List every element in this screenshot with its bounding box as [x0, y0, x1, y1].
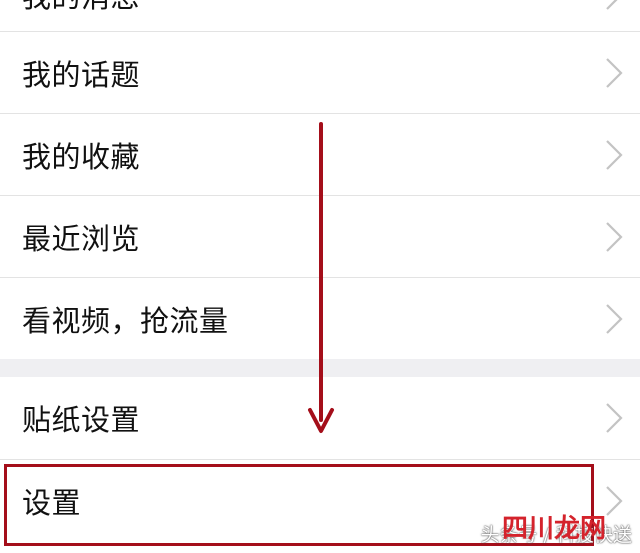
chevron-right-icon — [606, 139, 623, 170]
menu-item-label: 我的收藏 — [22, 139, 141, 174]
watermark: 头条号 / 科技快送 四川龙网 — [481, 514, 632, 547]
chevron-right-icon — [606, 303, 623, 334]
menu-item-recent-views[interactable]: 最近浏览 — [0, 196, 640, 277]
chevron-right-icon — [606, 486, 623, 516]
menu-item-sticker-settings[interactable]: 贴纸设置 — [0, 377, 640, 459]
menu-item-my-messages[interactable]: 我的消息 — [0, 0, 640, 30]
chevron-right-icon — [606, 403, 623, 433]
chevron-right-icon — [606, 57, 623, 88]
chevron-right-icon — [606, 221, 623, 252]
menu-item-label: 最近浏览 — [22, 221, 141, 256]
chevron-right-icon — [606, 0, 618, 10]
section-gap — [0, 359, 640, 377]
menu-item-label: 我的消息 — [22, 0, 140, 16]
menu-item-label: 我的话题 — [22, 57, 141, 92]
menu-item-label: 看视频，抢流量 — [22, 303, 229, 338]
menu-item-my-favorites[interactable]: 我的收藏 — [0, 114, 640, 195]
menu-item-label: 贴纸设置 — [22, 403, 141, 437]
menu-item-label: 设置 — [22, 486, 82, 520]
watermark-brand: 四川龙网 — [501, 514, 606, 544]
menu-item-watch-video[interactable]: 看视频，抢流量 — [0, 278, 640, 359]
menu-item-my-topics[interactable]: 我的话题 — [0, 32, 640, 113]
